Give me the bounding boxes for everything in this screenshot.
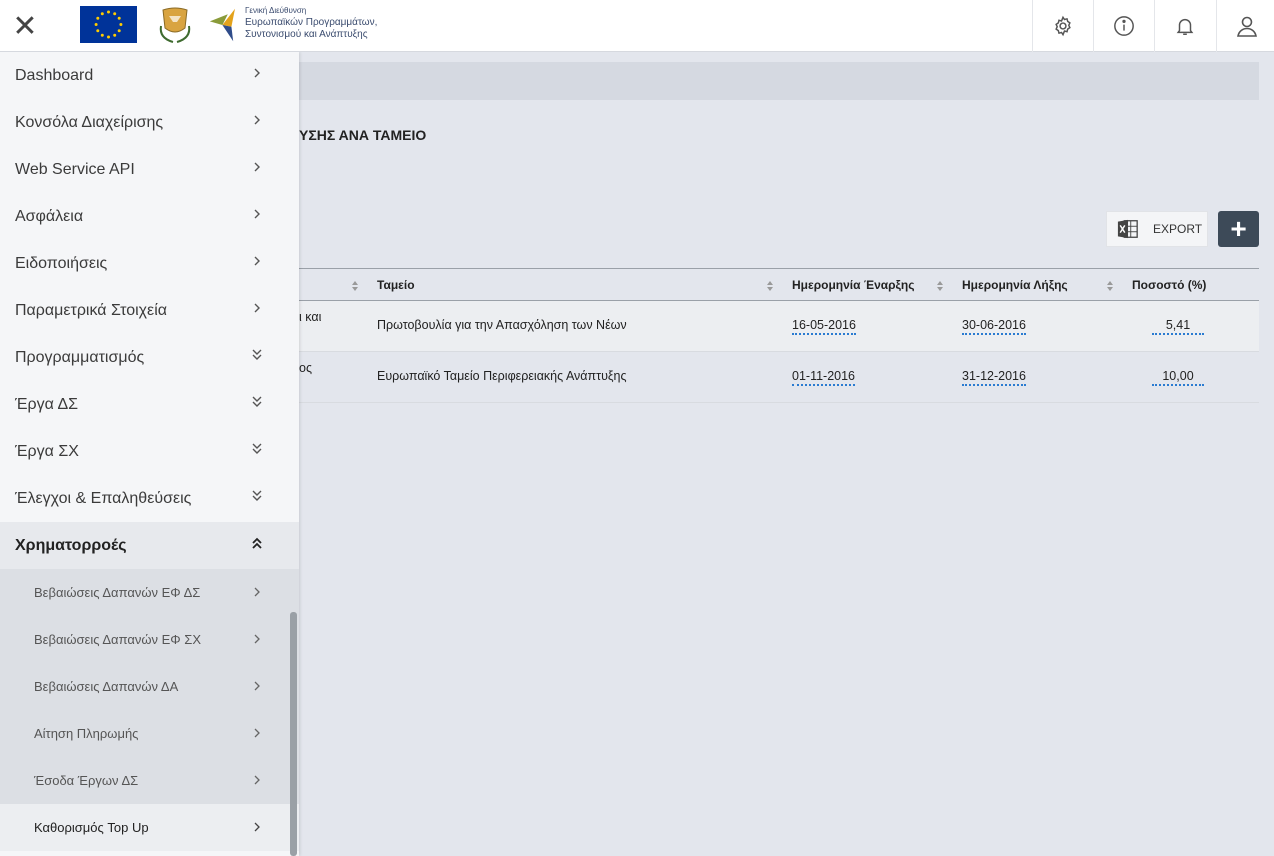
- excel-icon: [1117, 219, 1138, 239]
- eu-flag-logo: [80, 6, 137, 43]
- column-header-percentage[interactable]: Ποσοστό (%): [1132, 278, 1206, 292]
- cyprus-emblem-logo: [155, 6, 195, 44]
- sidebar-item-label: Web Service API: [15, 160, 135, 178]
- sidebar-item-label: Έργα ΣΧ: [15, 442, 79, 460]
- sidebar-item-cash-flows[interactable]: Χρηματορροές: [0, 522, 299, 569]
- chevron-right-icon: [254, 587, 260, 597]
- close-menu-icon[interactable]: ✕: [0, 0, 50, 52]
- table-row[interactable]: ι και Πρωτοβουλία για την Απασχόληση των…: [299, 301, 1259, 352]
- chevron-right-icon: [254, 256, 260, 266]
- cell-truncated: ος: [299, 361, 312, 375]
- table-row[interactable]: ος Ευρωπαϊκό Ταμείο Περιφερειακής Ανάπτυ…: [299, 352, 1259, 403]
- sidebar-item-label: Ειδοποιήσεις: [15, 254, 108, 272]
- chevron-double-down-icon: [252, 349, 262, 360]
- column-header-end-date[interactable]: Ημερομηνία Λήξης: [962, 278, 1068, 292]
- sidebar-subitem-top-up-definition[interactable]: Καθορισμός Top Up: [0, 804, 299, 851]
- sidebar-subitem-label: Βεβαιώσεις Δαπανών ΔΑ: [34, 679, 179, 694]
- sidebar-subitem-expenditure-certs-da[interactable]: Βεβαιώσεις Δαπανών ΔΑ: [0, 663, 299, 710]
- sidebar-subitem-expenditure-certs-ef-ds[interactable]: Βεβαιώσεις Δαπανών ΕΦ ΔΣ: [0, 569, 299, 616]
- cell-percentage[interactable]: 10,00: [1152, 369, 1204, 386]
- directorate-name: Γενική Διεύθυνση Ευρωπαϊκών Προγραμμάτων…: [245, 6, 378, 40]
- sort-icon[interactable]: [1106, 280, 1114, 292]
- cell-fund: Ευρωπαϊκό Ταμείο Περιφερειακής Ανάπτυξης: [377, 369, 627, 383]
- sidebar-scrollbar[interactable]: [290, 612, 297, 856]
- cell-end-date[interactable]: 30-06-2016: [962, 318, 1026, 335]
- cell-start-date[interactable]: 01-11-2016: [792, 369, 856, 386]
- user-account-icon[interactable]: [1216, 0, 1274, 52]
- export-excel-button[interactable]: EXPORT: [1106, 211, 1208, 247]
- cell-percentage[interactable]: 5,41: [1152, 318, 1204, 335]
- sidebar-menu: Dashboard Κονσόλα Διαχείρισης Web Servic…: [0, 52, 299, 856]
- sidebar-subitem-expenditure-certs-ef-sx[interactable]: Βεβαιώσεις Δαπανών ΕΦ ΣΧ: [0, 616, 299, 663]
- add-new-button[interactable]: +: [1218, 211, 1259, 247]
- chevron-double-down-icon: [252, 396, 262, 407]
- data-table: Ταμείο Ημερομηνία Έναρξης Ημερομηνία Λήξ…: [299, 268, 1259, 403]
- sidebar-subitem-label: Καθορισμός Top Up: [34, 820, 149, 835]
- sidebar-subitem-label: Βεβαιώσεις Δαπανών ΕΦ ΣΧ: [34, 632, 201, 647]
- sidebar-item-dashboard[interactable]: Dashboard: [0, 52, 299, 99]
- sidebar-subitem-label: Αίτηση Πληρωμής: [34, 726, 139, 741]
- chevron-right-icon: [254, 68, 260, 78]
- sidebar-item-label: Παραμετρικά Στοιχεία: [15, 301, 167, 319]
- sidebar-item-projects-sx[interactable]: Έργα ΣΧ: [0, 428, 299, 475]
- sidebar-subitem-payment-request[interactable]: Αίτηση Πληρωμής: [0, 710, 299, 757]
- sidebar-subitem-project-revenues-ds[interactable]: Έσοδα Έργων ΔΣ: [0, 757, 299, 804]
- sidebar-item-notifications[interactable]: Ειδοποιήσεις: [0, 240, 299, 287]
- sidebar-item-checks-verifications[interactable]: Έλεγχοι & Επαληθεύσεις: [0, 475, 299, 522]
- sidebar-item-security[interactable]: Ασφάλεια: [0, 193, 299, 240]
- sidebar-item-label: Έλεγχοι & Επαληθεύσεις: [15, 489, 192, 507]
- settings-gear-icon[interactable]: [1032, 0, 1093, 52]
- chevron-right-icon: [254, 822, 260, 832]
- table-header: Ταμείο Ημερομηνία Έναρξης Ημερομηνία Λήξ…: [299, 268, 1259, 301]
- chevron-right-icon: [254, 209, 260, 219]
- notifications-bell-icon[interactable]: [1154, 0, 1215, 52]
- sidebar-item-admin-console[interactable]: Κονσόλα Διαχείρισης: [0, 99, 299, 146]
- chevron-right-icon: [254, 162, 260, 172]
- sort-icon[interactable]: [766, 280, 774, 292]
- top-bar: ✕ Γενική Διεύθυνση Ευρωπαϊκών Προγραμμάτ…: [0, 0, 1274, 52]
- page-header-band: [299, 62, 1259, 100]
- cell-start-date[interactable]: 16-05-2016: [792, 318, 856, 335]
- sort-icon[interactable]: [351, 280, 359, 292]
- column-header-start-date[interactable]: Ημερομηνία Έναρξης: [792, 278, 914, 292]
- sidebar-item-projects-ds[interactable]: Έργα ΔΣ: [0, 381, 299, 428]
- sidebar-item-planning[interactable]: Προγραμματισμός: [0, 334, 299, 381]
- sidebar-item-label: Έργα ΔΣ: [15, 395, 79, 413]
- sidebar-item-label: Χρηματορροές: [15, 536, 127, 554]
- sidebar-item-web-service-api[interactable]: Web Service API: [0, 146, 299, 193]
- sidebar-item-label: Ασφάλεια: [15, 207, 84, 225]
- cell-end-date[interactable]: 31-12-2016: [962, 369, 1026, 386]
- sidebar-item-label: Κονσόλα Διαχείρισης: [15, 113, 164, 131]
- sidebar-submenu-cash-flows: Βεβαιώσεις Δαπανών ΕΦ ΔΣ Βεβαιώσεις Δαπα…: [0, 569, 299, 851]
- chevron-double-up-icon: [252, 537, 262, 549]
- sidebar-subitem-label: Έσοδα Έργων ΔΣ: [34, 773, 139, 788]
- sidebar-item-parameters[interactable]: Παραμετρικά Στοιχεία: [0, 287, 299, 334]
- export-label: EXPORT: [1153, 222, 1203, 236]
- sidebar-subitem-label: Βεβαιώσεις Δαπανών ΕΦ ΔΣ: [34, 585, 201, 600]
- cell-truncated: ι και: [299, 310, 322, 324]
- chevron-double-down-icon: [252, 490, 262, 501]
- chevron-right-icon: [254, 728, 260, 738]
- chevron-right-icon: [254, 115, 260, 125]
- chevron-right-icon: [254, 634, 260, 644]
- cell-fund: Πρωτοβουλία για την Απασχόληση των Νέων: [377, 318, 627, 332]
- sidebar-item-label: Dashboard: [15, 66, 94, 84]
- sort-icon[interactable]: [936, 280, 944, 292]
- info-icon[interactable]: [1093, 0, 1154, 52]
- chevron-right-icon: [254, 303, 260, 313]
- chevron-double-down-icon: [252, 443, 262, 454]
- page-title: ΥΣΗΣ ΑΝΑ ΤΑΜΕΙΟ: [299, 127, 427, 143]
- chevron-right-icon: [254, 681, 260, 691]
- chevron-right-icon: [254, 775, 260, 785]
- column-header-fund[interactable]: Ταμείο: [377, 278, 415, 292]
- sidebar-item-label: Προγραμματισμός: [15, 348, 145, 366]
